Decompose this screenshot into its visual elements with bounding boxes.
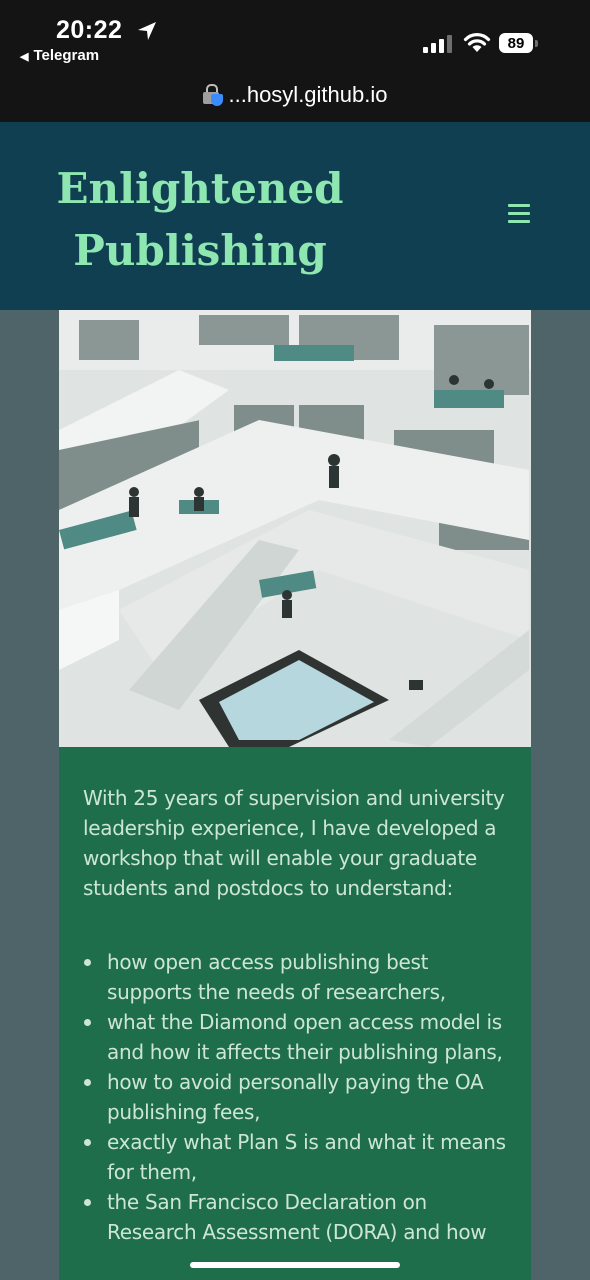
library-hero-image — [59, 310, 531, 747]
site-header: Enlightened Publishing — [0, 122, 590, 310]
location-arrow-icon — [138, 22, 156, 40]
site-title[interactable]: Enlightened Publishing — [40, 158, 360, 282]
cellular-signal-icon — [423, 35, 453, 53]
back-arrow-icon: ◀ — [20, 51, 29, 63]
lock-shield-icon — [202, 84, 223, 106]
intro-paragraph: With 25 years of supervision and univers… — [83, 786, 505, 900]
list-item: the San Francisco Declaration on Researc… — [83, 1187, 513, 1247]
wifi-icon — [463, 33, 491, 52]
battery-icon: 89 — [499, 33, 538, 55]
back-to-app-button[interactable]: ◀ Telegram — [20, 47, 99, 64]
status-bar: 20:22 ◀ Telegram 89 ...hosyl.github.io — [0, 0, 590, 122]
list-item: how to avoid personally paying the OA pu… — [83, 1067, 513, 1127]
list-item: what the Diamond open access model is an… — [83, 1007, 513, 1067]
workshop-description-card: With 25 years of supervision and univers… — [59, 747, 531, 1280]
site-title-line-1: Enlightened — [56, 164, 344, 213]
url-text: ...hosyl.github.io — [228, 82, 388, 107]
site-title-line-2: Publishing — [73, 226, 327, 275]
hamburger-menu-icon[interactable] — [508, 204, 532, 226]
back-app-label: Telegram — [33, 47, 100, 64]
list-item: exactly what Plan S is and what it means… — [83, 1127, 513, 1187]
url-bar[interactable]: ...hosyl.github.io — [0, 82, 590, 108]
home-indicator[interactable] — [190, 1262, 400, 1268]
status-time: 20:22 — [56, 16, 123, 44]
list-item: how open access publishing best supports… — [83, 947, 513, 1007]
battery-percent: 89 — [507, 35, 525, 52]
workshop-topics-list: how open access publishing best supports… — [83, 947, 513, 1247]
